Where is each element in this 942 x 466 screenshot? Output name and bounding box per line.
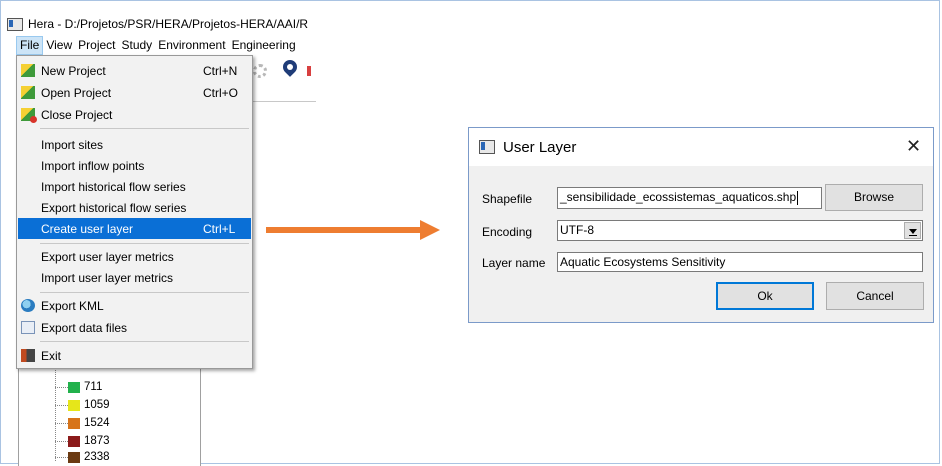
text-caret [797, 190, 799, 205]
menu-item-label: New Project [41, 63, 106, 78]
arrow-head [420, 220, 440, 240]
arrow-shaft [266, 227, 422, 233]
menu-item-open-project[interactable]: Open Project Ctrl+O [18, 82, 251, 103]
export-files-icon [21, 321, 35, 334]
menu-item-import-inflow-points[interactable]: Import inflow points [18, 155, 251, 176]
legend-swatch [68, 435, 80, 447]
encoding-label: Encoding [482, 225, 533, 239]
legend-swatch [68, 417, 80, 429]
shapefile-value: _sensibilidade_ecossistemas_aquaticos.sh… [560, 190, 797, 204]
menu-item-export-user-layer-metrics[interactable]: Export user layer metrics [18, 246, 251, 267]
menu-item-shortcut: Ctrl+O [203, 85, 239, 100]
shapefile-field[interactable]: _sensibilidade_ecossistemas_aquaticos.sh… [557, 187, 822, 209]
menu-separator [40, 243, 249, 244]
user-layer-dialog: User Layer ✕ Shapefile _sensibilidade_ec… [468, 127, 934, 323]
menu-item-import-sites[interactable]: Import sites [18, 134, 251, 155]
app-icon [479, 140, 495, 154]
menu-item-label: Export KML [41, 298, 104, 313]
tree-branch [55, 440, 68, 442]
encoding-value: UTF-8 [560, 223, 594, 237]
legend-swatch [68, 399, 80, 411]
menu-item-label: Close Project [41, 107, 113, 122]
layer-name-label: Layer name [482, 256, 546, 270]
globe-icon [21, 299, 35, 312]
menu-item-label: Export data files [41, 320, 128, 335]
legend-label: 711 [84, 381, 103, 393]
layer-name-value: Aquatic Ecosystems Sensitivity [560, 255, 726, 269]
menu-file[interactable]: File [16, 36, 44, 55]
exit-icon [21, 349, 35, 362]
shapefile-label: Shapefile [482, 192, 533, 206]
menu-item-label: Exit [41, 348, 62, 363]
menu-item-export-data-files[interactable]: Export data files [18, 317, 251, 338]
legend-label: 1873 [84, 435, 110, 447]
menu-item-label: Create user layer [41, 221, 134, 236]
close-icon[interactable]: ✕ [906, 136, 921, 156]
menu-item-create-user-layer[interactable]: Create user layer Ctrl+L [18, 218, 251, 239]
legend-item: 711 [55, 380, 102, 394]
menu-item-label: Export user layer metrics [41, 249, 174, 264]
menu-separator [40, 341, 249, 342]
chevron-down-icon[interactable] [904, 222, 921, 239]
menu-study[interactable]: Study [119, 36, 156, 55]
menu-item-import-user-layer-metrics[interactable]: Import user layer metrics [18, 267, 251, 288]
close-project-icon [21, 108, 37, 123]
menu-item-label: Import inflow points [41, 158, 145, 173]
menu-view[interactable]: View [43, 36, 75, 55]
menu-item-import-historical-flow[interactable]: Import historical flow series [18, 176, 251, 197]
legend-swatch [68, 381, 80, 393]
menu-item-label: Import sites [41, 137, 104, 152]
window-titlebar: Hera - D:/Projetos/PSR/HERA/Projetos-HER… [7, 15, 315, 33]
menubar: File View Project Study Environment Engi… [16, 36, 315, 55]
open-project-icon [21, 86, 35, 99]
menu-item-label: Open Project [41, 85, 112, 100]
legend-label: 1059 [84, 399, 110, 411]
tree-branch [55, 422, 68, 424]
gear-icon[interactable] [253, 64, 267, 78]
dialog-titlebar: User Layer ✕ [469, 128, 933, 166]
legend-item: 1873 [55, 434, 110, 448]
menu-item-export-historical-flow[interactable]: Export historical flow series [18, 197, 251, 218]
tree-branch [55, 404, 68, 406]
menu-separator [40, 128, 249, 129]
browse-button[interactable]: Browse [825, 184, 923, 211]
layer-name-field[interactable]: Aquatic Ecosystems Sensitivity [557, 252, 923, 272]
window-title: Hera - D:/Projetos/PSR/HERA/Projetos-HER… [28, 17, 309, 31]
menu-item-close-project[interactable]: Close Project [18, 104, 251, 125]
legend-item: 1059 [55, 398, 110, 412]
menu-item-export-kml[interactable]: Export KML [18, 295, 251, 316]
new-project-icon [21, 64, 35, 77]
menu-project[interactable]: Project [75, 36, 118, 55]
tree-branch [55, 456, 68, 458]
toolbar-red-icon[interactable] [307, 66, 311, 76]
menu-engineering[interactable]: Engineering [229, 36, 299, 55]
legend-swatch [68, 451, 80, 463]
menu-item-shortcut: Ctrl+L [203, 221, 236, 236]
menu-environment[interactable]: Environment [155, 36, 228, 55]
cancel-button[interactable]: Cancel [826, 282, 924, 310]
ok-button[interactable]: Ok [716, 282, 814, 310]
menu-item-exit[interactable]: Exit [18, 345, 251, 366]
encoding-select[interactable]: UTF-8 [557, 220, 923, 241]
dialog-title: User Layer [503, 139, 577, 156]
menu-item-shortcut: Ctrl+N [203, 63, 238, 78]
menu-item-label: Export historical flow series [41, 200, 187, 215]
legend-item: 2338 [55, 450, 110, 464]
file-menu: New Project Ctrl+N Open Project Ctrl+O C… [16, 55, 253, 369]
legend-label: 2338 [84, 451, 110, 463]
menu-item-label: Import historical flow series [41, 179, 186, 194]
menu-item-new-project[interactable]: New Project Ctrl+N [18, 60, 251, 81]
menu-separator [40, 292, 249, 293]
legend-label: 1524 [84, 417, 110, 429]
app-icon [7, 17, 23, 31]
tree-branch [55, 386, 68, 388]
menu-item-label: Import user layer metrics [41, 270, 174, 285]
legend-item: 1524 [55, 416, 110, 430]
